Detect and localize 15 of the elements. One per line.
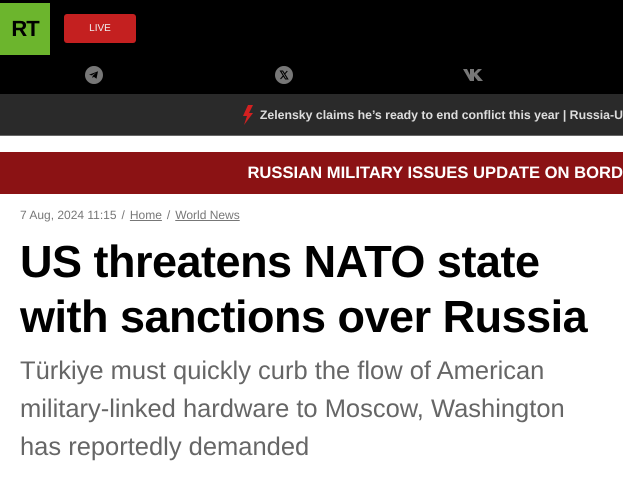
breadcrumb-link[interactable]: World News [175, 208, 240, 222]
live-button[interactable]: LIVE [64, 14, 136, 43]
vk-icon[interactable] [463, 68, 485, 80]
separator: / [166, 208, 170, 222]
ticker-headline[interactable]: Zelensky claims he’s ready to end conflict this year | Russia-U [260, 108, 623, 122]
breaking-banner[interactable]: RUSSIAN MILITARY ISSUES UPDATE ON BORD [0, 152, 623, 194]
x-icon[interactable] [275, 66, 293, 84]
telegram-icon[interactable] [85, 66, 103, 84]
lightning-icon [242, 104, 254, 124]
breadcrumb-link[interactable]: Home [130, 208, 162, 222]
logo[interactable]: RT [0, 3, 50, 55]
publish-date: 7 Aug, 2024 11:15 [20, 208, 117, 222]
separator: / [122, 208, 125, 222]
headline: US threatens NATO state with sanctions over Russia [20, 235, 589, 344]
summary: Türkiye must quickly curb the flow of American military-linked hardware to Moscow, Washington has reportedly demanded [20, 356, 566, 463]
